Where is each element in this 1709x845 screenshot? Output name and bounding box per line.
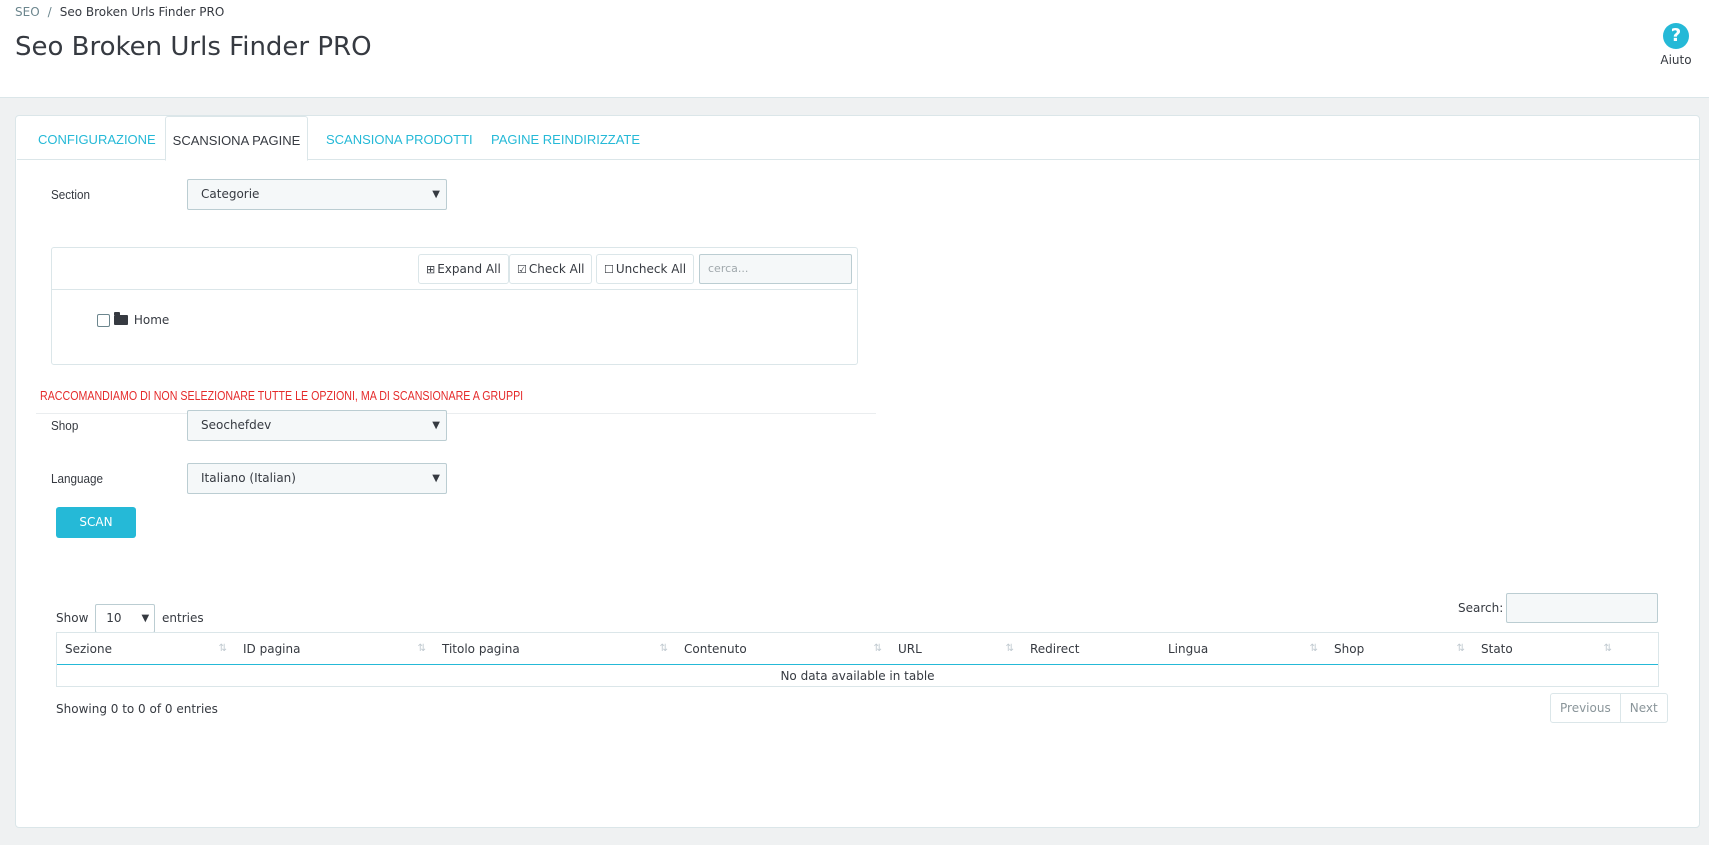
table-search-input[interactable] — [1506, 593, 1658, 623]
tab-configurazione[interactable]: CONFIGURAZIONE — [38, 116, 156, 160]
tree-search-input[interactable]: cerca... — [699, 254, 852, 284]
tab-scansiona-pagine[interactable]: SCANSIONA PAGINE — [165, 116, 308, 161]
page-header: SEO / Seo Broken Urls Finder PRO Seo Broke… — [0, 0, 1709, 98]
check-all-label: Check All — [528, 262, 585, 276]
shop-label: Shop — [51, 418, 79, 433]
column-label: Sezione — [65, 642, 112, 656]
folder-icon — [114, 311, 128, 325]
shop-select[interactable]: Seochefdev ▼ — [187, 410, 447, 441]
expand-all-button[interactable]: ⊞ Expand All — [418, 254, 509, 284]
column-shop[interactable]: Shop ⇅ — [1326, 633, 1473, 665]
section-select[interactable]: Categorie ▼ — [187, 179, 447, 210]
column-id-pagina[interactable]: ID pagina ⇅ — [235, 633, 434, 665]
previous-button[interactable]: Previous — [1551, 694, 1621, 722]
column-label: Shop — [1334, 642, 1365, 656]
chevron-down-icon: ▼ — [432, 420, 440, 431]
tab-scansiona-prodotti[interactable]: SCANSIONA PRODOTTI — [326, 116, 473, 160]
category-tree: ⊞ Expand All ☑ Check All ☐ Uncheck All cerc… — [51, 247, 858, 365]
shop-select-value: Seochefdev — [201, 418, 272, 432]
uncheck-all-button[interactable]: ☐ Uncheck All — [596, 254, 695, 284]
show-label: Show — [56, 611, 89, 625]
chevron-down-icon: ▼ — [432, 473, 440, 484]
warning-message: RACCOMANDIAMO DI NON SELEZIONARE TUTTE L… — [40, 388, 524, 403]
tree-toolbar: ⊞ Expand All ☑ Check All ☐ Uncheck All cerc… — [52, 248, 857, 290]
entries-length-value: 10 — [106, 611, 122, 625]
tab-bar: CONFIGURAZIONE SCANSIONA PAGINE SCANSION… — [17, 116, 1699, 161]
question-circle-icon: ? — [1663, 23, 1689, 49]
table-header: Sezione ⇅ ID pagina ⇅ Titolo pagina ⇅ Conte… — [57, 633, 1658, 665]
breadcrumb-current: Seo Broken Urls Finder PRO — [59, 5, 225, 19]
table-search-label: Search: — [1458, 601, 1504, 615]
column-lingua[interactable]: Lingua ⇅ — [1160, 633, 1326, 665]
column-url[interactable]: URL ⇅ — [890, 633, 1022, 665]
breadcrumb: SEO / Seo Broken Urls Finder PRO — [15, 5, 224, 19]
sort-icon: ⇅ — [1309, 643, 1318, 654]
sort-icon: ⇅ — [218, 643, 227, 654]
sort-icon: ⇅ — [1456, 643, 1465, 654]
main-panel: CONFIGURAZIONE SCANSIONA PAGINE SCANSION… — [15, 115, 1700, 828]
chevron-down-icon: ▼ — [432, 189, 440, 200]
sort-icon: ⇅ — [1005, 643, 1014, 654]
column-titolo-pagina[interactable]: Titolo pagina ⇅ — [434, 633, 676, 665]
empty-box-icon: ☐ — [604, 263, 614, 276]
next-button[interactable]: Next — [1621, 694, 1667, 722]
column-label: URL — [898, 642, 922, 656]
uncheck-all-label: Uncheck All — [615, 262, 687, 276]
sort-icon: ⇅ — [1603, 643, 1612, 654]
tree-item-checkbox[interactable] — [97, 314, 110, 327]
column-label: Stato — [1481, 642, 1513, 656]
language-label: Language — [51, 471, 104, 486]
column-label: Redirect — [1030, 642, 1080, 656]
entries-length: Show 10 ▼ entries — [56, 604, 204, 633]
column-label: ID pagina — [243, 642, 301, 656]
scan-button[interactable]: SCAN — [56, 507, 136, 538]
tab-pagine-reindirizzate[interactable]: PAGINE REINDIRIZZATE — [491, 116, 640, 160]
checked-box-icon: ☑ — [517, 263, 527, 276]
plus-square-icon: ⊞ — [426, 263, 436, 276]
column-redirect[interactable]: Redirect — [1022, 633, 1160, 665]
entries-label: entries — [162, 611, 204, 625]
breadcrumb-seo-link[interactable]: SEO — [15, 5, 40, 19]
section-select-value: Categorie — [201, 187, 260, 201]
sort-icon: ⇅ — [417, 643, 426, 654]
expand-all-label: Expand All — [437, 262, 501, 276]
tree-item-label[interactable]: Home — [134, 313, 169, 327]
section-label: Section — [51, 187, 91, 202]
column-stato[interactable]: Stato ⇅ — [1473, 633, 1620, 665]
help-button[interactable]: ? Aiuto — [1656, 23, 1696, 67]
divider — [36, 413, 876, 414]
help-label: Aiuto — [1660, 53, 1692, 67]
column-sezione[interactable]: Sezione ⇅ — [57, 633, 235, 665]
entries-length-select[interactable]: 10 ▼ — [95, 604, 156, 633]
check-all-button[interactable]: ☑ Check All — [509, 254, 593, 284]
column-label: Lingua — [1168, 642, 1209, 656]
pagination: Previous Next — [1550, 693, 1668, 723]
tree-item-home: Home — [97, 311, 169, 327]
breadcrumb-separator: / — [47, 5, 52, 19]
language-select[interactable]: Italiano (Italian) ▼ — [187, 463, 447, 494]
sort-icon: ⇅ — [873, 643, 882, 654]
chevron-down-icon: ▼ — [141, 613, 150, 624]
table-info: Showing 0 to 0 of 0 entries — [56, 702, 218, 716]
column-label: Titolo pagina — [442, 642, 520, 656]
empty-table-message: No data available in table — [780, 669, 935, 683]
column-label: Contenuto — [684, 642, 747, 656]
page-title: Seo Broken Urls Finder PRO — [15, 32, 372, 62]
sort-icon: ⇅ — [659, 643, 668, 654]
results-table: Sezione ⇅ ID pagina ⇅ Titolo pagina ⇅ Conte… — [56, 632, 1659, 687]
column-contenuto[interactable]: Contenuto ⇅ — [676, 633, 890, 665]
language-select-value: Italiano (Italian) — [201, 471, 296, 485]
